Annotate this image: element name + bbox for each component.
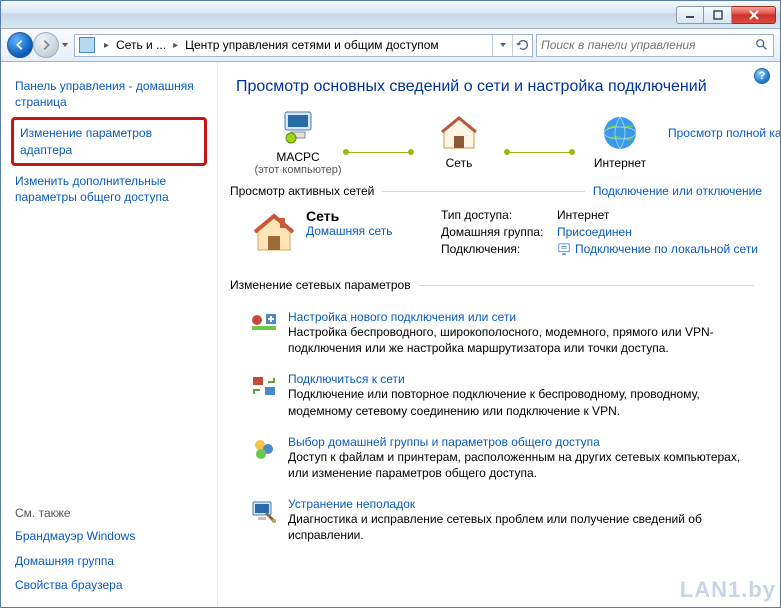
see-also-label: См. также — [1, 502, 217, 524]
connect-disconnect-link[interactable]: Подключение или отключение — [593, 184, 762, 198]
address-bar[interactable]: ▸ Сеть и ... ▸ Центр управления сетями и… — [74, 34, 533, 57]
connections-label: Подключения: — [441, 242, 551, 256]
close-icon — [748, 10, 760, 20]
node-inet-label: Интернет — [594, 156, 646, 170]
troubleshoot-desc: Диагностика и исправление сетевых пробле… — [288, 511, 758, 543]
new-connection-icon — [250, 310, 278, 338]
minimize-icon — [685, 10, 695, 20]
change-settings-label: Изменение сетевых параметров — [230, 278, 411, 292]
search-icon[interactable] — [751, 38, 773, 52]
breadcrumb-current[interactable]: Центр управления сетями и общим доступом — [183, 35, 441, 56]
full-map-link[interactable]: Просмотр полной карты — [668, 126, 780, 140]
access-type-value: Интернет — [557, 208, 758, 222]
minimize-button[interactable] — [676, 6, 704, 24]
settings-homegroup: Выбор домашней группы и параметров общег… — [230, 427, 762, 489]
settings-connect-network: Подключиться к сети Подключение или повт… — [230, 364, 762, 426]
homegroup-desc: Доступ к файлам и принтерам, расположенн… — [288, 449, 758, 481]
network-name: Сеть — [306, 208, 392, 224]
new-connection-desc: Настройка беспроводного, широкополосного… — [288, 324, 758, 356]
watermark: LAN1.by — [680, 577, 776, 603]
connect-network-desc: Подключение или повторное подключение к … — [288, 386, 758, 418]
page-title: Просмотр основных сведений о сети и наст… — [230, 72, 762, 106]
homegroup-link[interactable]: Выбор домашней группы и параметров общег… — [288, 435, 600, 449]
access-type-label: Тип доступа: — [441, 208, 551, 222]
lan-icon — [557, 242, 571, 256]
connections-value-link[interactable]: Подключение по локальной сети — [557, 242, 758, 256]
node-net-label: Сеть — [446, 156, 473, 170]
sidebar-homegroup-link[interactable]: Домашняя группа — [1, 549, 217, 573]
sidebar-home-link[interactable]: Панель управления - домашняя страница — [1, 74, 217, 114]
house-icon — [438, 112, 480, 154]
troubleshoot-link[interactable]: Устранение неполадок — [288, 497, 415, 511]
sidebar-sharing-link[interactable]: Изменить дополнительные параметры общего… — [1, 169, 217, 209]
breadcrumb-network[interactable]: Сеть и ... — [114, 35, 168, 56]
back-button[interactable] — [7, 32, 33, 58]
home-network-icon — [250, 208, 298, 256]
globe-icon — [600, 113, 640, 153]
close-button[interactable] — [732, 6, 776, 24]
homegroup-value-link[interactable]: Присоединен — [557, 225, 758, 239]
diagram-node-pc[interactable]: MACPC (этот компьютер) — [250, 106, 346, 176]
diagram-node-network[interactable]: Сеть — [411, 112, 507, 170]
node-pc-sublabel: (этот компьютер) — [254, 164, 341, 176]
connect-network-link[interactable]: Подключиться к сети — [288, 372, 405, 386]
connect-network-icon — [250, 372, 278, 400]
breadcrumb-sep: ▸ — [168, 35, 183, 56]
node-pc-label: MACPC — [276, 150, 319, 164]
network-type-link[interactable]: Домашняя сеть — [306, 224, 392, 238]
connections-text: Подключение по локальной сети — [575, 242, 758, 256]
maximize-button[interactable] — [704, 6, 732, 24]
address-buttons — [492, 35, 532, 56]
connection-line — [507, 152, 572, 153]
window-titlebar — [1, 1, 780, 29]
chevron-down-icon — [61, 41, 69, 49]
connection-line — [346, 152, 411, 153]
sidebar: Панель управления - домашняя страница Из… — [1, 62, 217, 607]
network-category-icon — [79, 37, 95, 53]
network-details: Тип доступа: Интернет Домашняя группа: П… — [441, 208, 758, 256]
search-input[interactable] — [537, 38, 751, 52]
nav-arrows — [7, 32, 71, 58]
main-content: ? Просмотр основных сведений о сети и на… — [217, 62, 780, 607]
maximize-icon — [713, 10, 723, 20]
arrow-right-icon — [39, 38, 53, 52]
computer-icon — [277, 106, 319, 148]
sidebar-firewall-link[interactable]: Брандмауэр Windows — [1, 524, 217, 548]
history-dropdown[interactable] — [59, 32, 71, 58]
change-settings-header: Изменение сетевых параметров — [230, 278, 762, 292]
refresh-button[interactable] — [512, 35, 532, 56]
window-buttons — [676, 6, 776, 24]
active-networks-header: Просмотр активных сетей Подключение или … — [230, 184, 762, 198]
chevron-down-icon — [499, 41, 507, 49]
new-connection-link[interactable]: Настройка нового подключения или сети — [288, 310, 516, 324]
address-dropdown[interactable] — [492, 35, 512, 56]
homegroup-label: Домашняя группа: — [441, 225, 551, 239]
search-box[interactable] — [536, 34, 774, 57]
navigation-bar: ▸ Сеть и ... ▸ Центр управления сетями и… — [1, 29, 780, 62]
sidebar-see-also: См. также Брандмауэр Windows Домашняя гр… — [1, 502, 217, 597]
settings-new-connection: Настройка нового подключения или сети На… — [230, 302, 762, 364]
refresh-icon — [516, 38, 530, 52]
breadcrumb-sep: ▸ — [99, 35, 114, 56]
forward-button[interactable] — [33, 32, 59, 58]
sidebar-browser-link[interactable]: Свойства браузера — [1, 573, 217, 597]
arrow-left-icon — [13, 38, 27, 52]
troubleshoot-icon — [250, 497, 278, 525]
help-icon[interactable]: ? — [754, 68, 770, 84]
network-diagram: MACPC (этот компьютер) Сеть — [230, 106, 762, 176]
active-networks-label: Просмотр активных сетей — [230, 184, 374, 198]
settings-troubleshoot: Устранение неполадок Диагностика и испра… — [230, 489, 762, 551]
sidebar-adapter-link[interactable]: Изменение параметров адаптера — [11, 117, 207, 165]
settings-list: Настройка нового подключения или сети На… — [230, 302, 762, 552]
homegroup-icon — [250, 435, 278, 463]
active-network-item: Сеть Домашняя сеть Тип доступа: Интернет… — [230, 202, 762, 264]
diagram-node-internet[interactable]: Интернет — [572, 112, 668, 170]
